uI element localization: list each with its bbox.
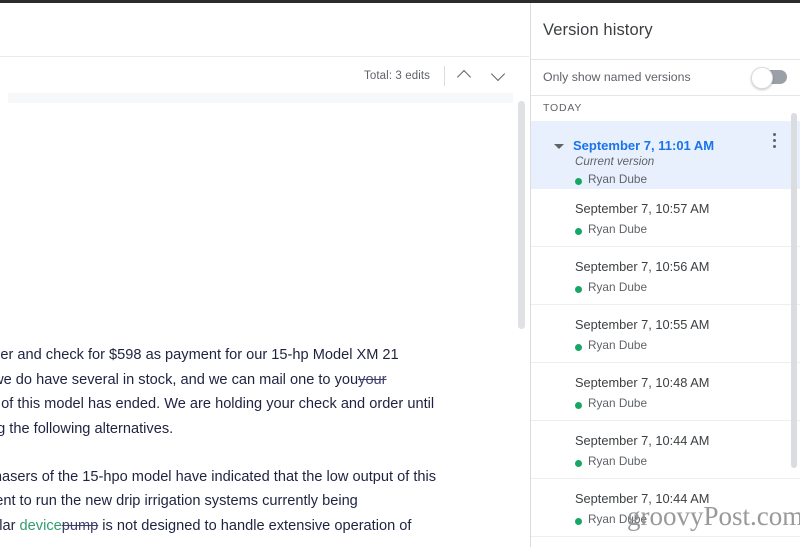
author-color-dot xyxy=(575,286,582,293)
document-scroll-region[interactable]: ally: ived your order and check for $598… xyxy=(0,93,529,547)
more-options-icon[interactable] xyxy=(766,133,782,153)
doc-para1-line4: you regarding the following alternatives… xyxy=(0,420,174,437)
version-history-panel: Version history Only show named versions… xyxy=(531,3,800,547)
named-versions-toggle[interactable] xyxy=(751,67,787,89)
version-row[interactable]: September 7, 11:01 AM Current version Ryan… xyxy=(531,121,800,189)
version-history-header: Version history xyxy=(531,3,800,60)
doc-para1-deleted-your: your xyxy=(358,371,387,388)
version-row[interactable]: September 7, 10:56 AM Ryan Dube xyxy=(531,247,800,305)
named-versions-row[interactable]: Only show named versions xyxy=(531,59,800,96)
document-body-text: ally: ived your order and check for $598… xyxy=(0,295,530,547)
chevron-up-icon xyxy=(456,69,472,85)
doc-para2-line4: ystems. xyxy=(0,538,530,547)
doc-para2-line1: uation. Purchasers of the 15-hpo model h… xyxy=(0,469,437,486)
toggle-knob xyxy=(751,67,773,89)
version-date: September 7, 10:56 AM xyxy=(575,259,710,274)
version-list-scrollbar[interactable] xyxy=(791,113,797,468)
version-date: September 7, 10:44 AM xyxy=(575,433,710,448)
doc-para2-line3-suffix: is not designed to handle extensive oper… xyxy=(98,517,412,534)
version-date: September 7, 10:55 AM xyxy=(575,317,710,332)
caret-down-icon[interactable] xyxy=(554,144,564,149)
doc-spacer xyxy=(0,319,530,343)
doc-para1-line1: ived your order and check for $598 as pa… xyxy=(0,347,399,364)
version-row[interactable]: September 7, 10:55 AM Ryan Dube xyxy=(531,305,800,363)
doc-para2-line3: . This particular devicepump is not desi… xyxy=(0,514,530,538)
version-author: Ryan Dube xyxy=(588,338,648,352)
version-author: Ryan Dube xyxy=(588,172,648,186)
version-row[interactable]: September 7, 10:57 AM Ryan Dube xyxy=(531,189,800,247)
today-section-header: TODAY xyxy=(531,95,800,122)
doc-para1-line2-text: o. Although we do have several in stock,… xyxy=(0,371,359,388)
version-row[interactable]: September 7, 10:48 AM Ryan Dube xyxy=(531,363,800,421)
doc-inserted-device: device xyxy=(19,517,62,534)
current-version-label: Current version xyxy=(575,155,655,168)
edits-toolbar: Total: 3 edits xyxy=(0,56,529,95)
author-color-dot xyxy=(575,460,582,467)
doc-para1-line2: o. Although we do have several in stock,… xyxy=(0,368,530,392)
doc-para1-line3: manufacture of this model has ended. We … xyxy=(0,396,435,413)
version-list[interactable]: September 7, 11:01 AM Current version Ryan… xyxy=(531,121,800,547)
previous-edit-button[interactable] xyxy=(449,61,479,91)
version-row[interactable]: September 7, 10:44 AM Ryan Dube xyxy=(531,421,800,479)
doc-deleted-pump: pump xyxy=(61,517,99,534)
page-top-shadow xyxy=(8,93,513,103)
version-history-screen: Total: 3 edits ally: ived your order and… xyxy=(0,0,800,547)
version-author: Ryan Dube xyxy=(588,396,648,410)
panel-title: Version history xyxy=(543,21,653,39)
doc-para2-line3-prefix: . This particular xyxy=(0,517,16,534)
chevron-down-icon xyxy=(490,66,506,82)
version-author: Ryan Dube xyxy=(588,280,648,294)
version-date: September 7, 10:48 AM xyxy=(575,375,710,390)
document-page: ally: ived your order and check for $598… xyxy=(0,103,513,547)
next-edit-button[interactable] xyxy=(483,61,513,91)
version-author: Ryan Dube xyxy=(588,454,648,468)
author-color-dot xyxy=(575,178,582,185)
document-vertical-scrollbar[interactable] xyxy=(518,101,525,329)
author-color-dot xyxy=(575,518,582,525)
doc-spacer-2 xyxy=(0,441,530,465)
author-color-dot xyxy=(575,344,582,351)
version-date: September 7, 10:57 AM xyxy=(575,201,710,216)
document-preview-pane: Total: 3 edits ally: ived your order and… xyxy=(0,3,531,547)
version-author: Ryan Dube xyxy=(588,222,648,236)
total-edits-label: Total: 3 edits xyxy=(364,69,430,82)
named-versions-label: Only show named versions xyxy=(543,70,691,84)
toolbar-divider xyxy=(444,65,445,86)
author-color-dot xyxy=(575,228,582,235)
version-date: September 7, 11:01 AM xyxy=(573,138,715,153)
today-label: TODAY xyxy=(543,102,583,114)
author-color-dot xyxy=(575,402,582,409)
site-watermark: groovyPost.com xyxy=(627,501,800,531)
doc-para2-line2: rally insufficient to run the new drip i… xyxy=(0,493,358,510)
doc-line-salutation: ally: xyxy=(0,295,530,319)
